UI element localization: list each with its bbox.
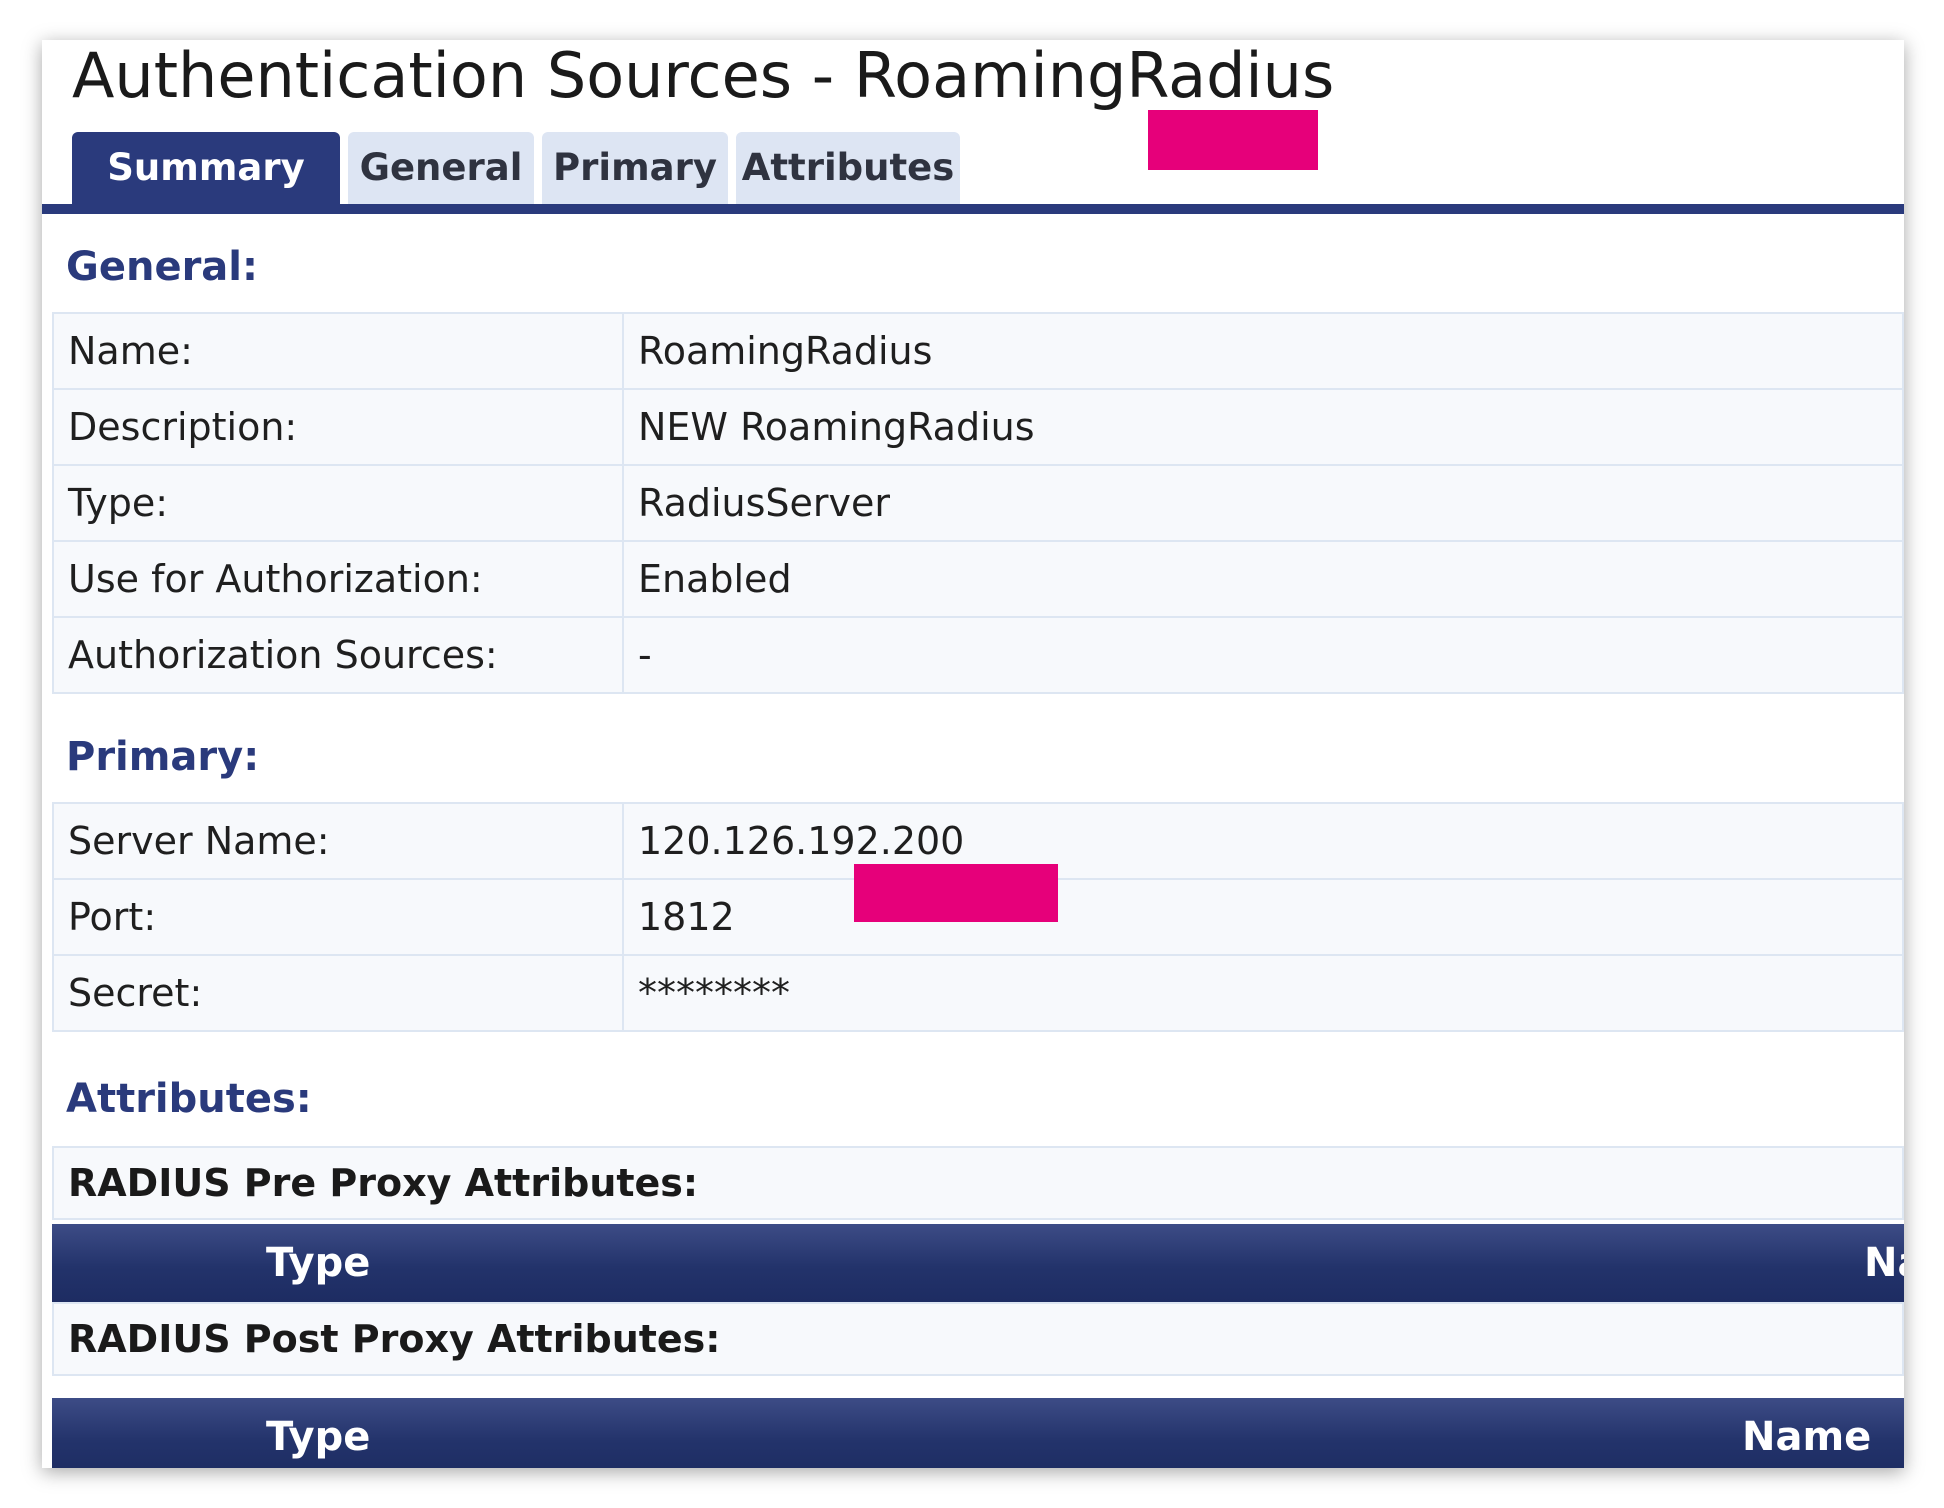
table-row: Secret: ******** [52, 954, 1904, 1032]
page-title: Authentication Sources - RoamingRadius [72, 40, 1335, 112]
type-label: Type: [52, 464, 624, 542]
tab-summary[interactable]: Summary [72, 132, 340, 204]
use-for-authorization-label: Use for Authorization: [52, 540, 624, 618]
secret-label: Secret: [52, 954, 624, 1032]
attributes-section-heading: Attributes: [66, 1076, 312, 1122]
secret-value: ******** [622, 954, 1904, 1032]
description-label: Description: [52, 388, 624, 466]
table-row: Description: NEW RoamingRadius [52, 388, 1904, 466]
summary-panel: Authentication Sources - RoamingRadius S… [42, 40, 1904, 1468]
description-value: NEW RoamingRadius [622, 388, 1904, 466]
tab-primary[interactable]: Primary [542, 132, 728, 204]
tab-divider [42, 204, 1904, 214]
post-proxy-attributes-heading: RADIUS Post Proxy Attributes: [52, 1302, 1904, 1376]
pre-proxy-type-column[interactable]: Type [266, 1224, 370, 1302]
table-row: Type: RadiusServer [52, 464, 1904, 542]
authorization-sources-value: - [622, 616, 1904, 694]
general-table: Name: RoamingRadius Description: NEW Roa… [52, 312, 1904, 694]
post-proxy-name-column[interactable]: Name [1742, 1398, 1871, 1468]
server-name-label: Server Name: [52, 802, 624, 880]
pre-proxy-attributes-heading: RADIUS Pre Proxy Attributes: [52, 1146, 1904, 1220]
redaction-mark [854, 864, 1058, 922]
post-proxy-type-column[interactable]: Type [266, 1398, 370, 1468]
table-row: Authorization Sources: - [52, 616, 1904, 694]
primary-section-heading: Primary: [66, 734, 260, 780]
pre-proxy-name-column[interactable]: Name [1864, 1224, 1904, 1302]
authorization-sources-label: Authorization Sources: [52, 616, 624, 694]
pre-proxy-table-header: Type Name [52, 1224, 1904, 1302]
post-proxy-table-header: Type Name [52, 1398, 1904, 1468]
port-value: 1812 [622, 878, 1904, 956]
redaction-mark [1148, 110, 1318, 170]
port-label: Port: [52, 878, 624, 956]
server-name-value: 120.126.192.200 [622, 802, 1904, 880]
general-section-heading: General: [66, 244, 258, 290]
table-row: Name: RoamingRadius [52, 312, 1904, 390]
table-row: Use for Authorization: Enabled [52, 540, 1904, 618]
name-label: Name: [52, 312, 624, 390]
tab-general[interactable]: General [348, 132, 534, 204]
use-for-authorization-value: Enabled [622, 540, 1904, 618]
tab-attributes[interactable]: Attributes [736, 132, 960, 204]
name-value: RoamingRadius [622, 312, 1904, 390]
type-value: RadiusServer [622, 464, 1904, 542]
